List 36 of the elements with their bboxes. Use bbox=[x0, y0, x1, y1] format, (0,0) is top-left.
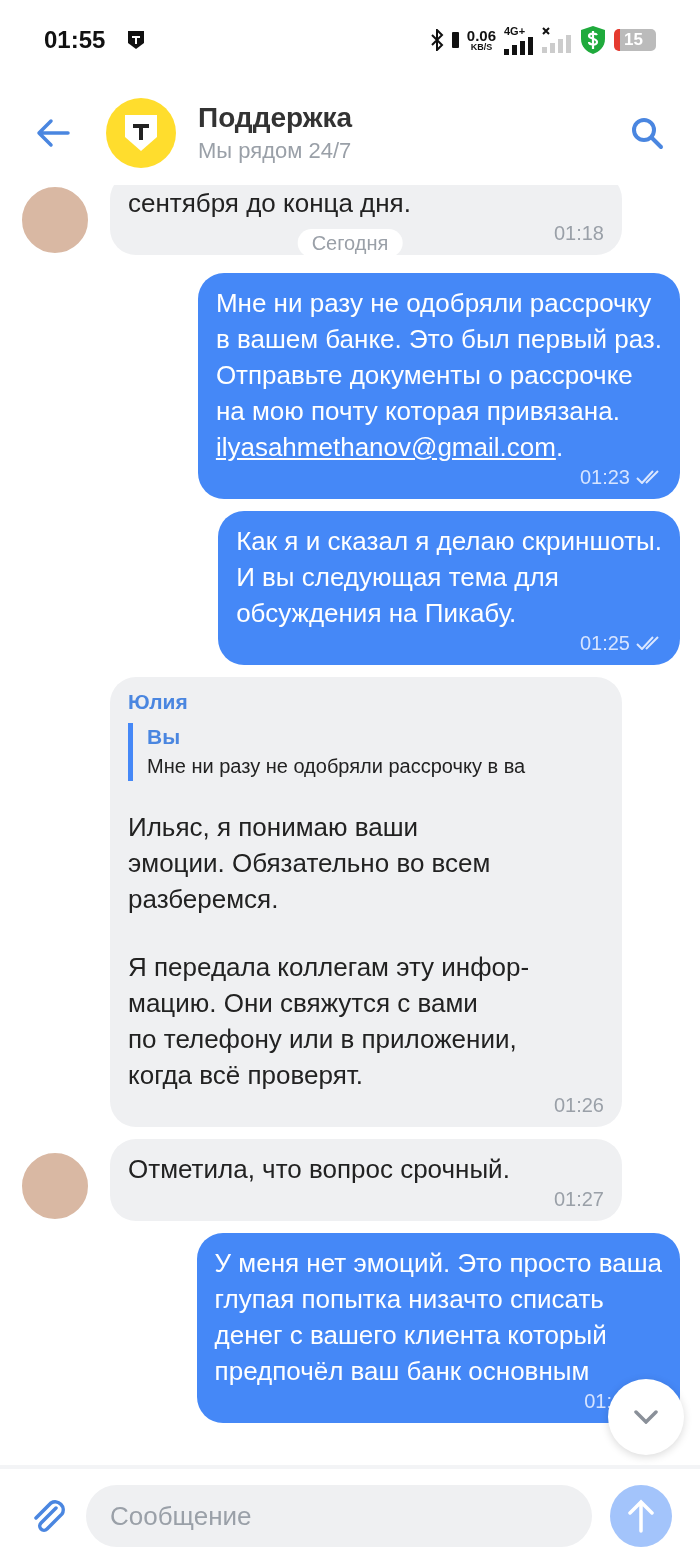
back-arrow-icon[interactable] bbox=[36, 117, 70, 148]
dollar-shield-icon bbox=[580, 25, 606, 55]
small-battery-icon bbox=[451, 32, 459, 48]
arrow-up-icon bbox=[628, 1499, 654, 1533]
bluetooth-icon bbox=[429, 29, 444, 51]
message-text: Отметила, что вопрос срочный. bbox=[128, 1153, 511, 1186]
signal-icon bbox=[504, 36, 534, 55]
message-input[interactable]: Сообщение bbox=[86, 1485, 592, 1547]
message-time: 01: bbox=[584, 1389, 612, 1413]
message-text: Мне ни разу не одобряли рассрочку в вашем банке. Это был первый раз. Отправьте документы о рассрочке на мою почту которая привязана. ilyasahmethanov@gmail.com. bbox=[215, 287, 662, 464]
battery-level: 15 bbox=[623, 29, 643, 52]
status-time: 01:55 bbox=[44, 25, 106, 55]
message-time: 01:26 bbox=[553, 1093, 604, 1117]
chat-subtitle: Мы рядом 24/7 bbox=[198, 136, 353, 165]
email-link[interactable]: ilyasahmethanov@gmail.com bbox=[215, 432, 556, 462]
speed-unit: KB/S bbox=[470, 43, 493, 52]
message-text: Я передала коллегам эту инфор- мацию. Они свяжутся с вами по телефону или в приложении, когда всё проверят. bbox=[128, 951, 531, 1092]
no-signal-icon bbox=[542, 27, 572, 53]
sender-name: Юлия bbox=[128, 689, 189, 715]
message-text: Как я и сказал я делаю скриншоты. И вы следующая тема для обсуждения на Пикабу. bbox=[236, 525, 662, 630]
message-time: 01:25 bbox=[579, 631, 630, 655]
chat-title: Поддержка bbox=[198, 100, 353, 135]
chevron-down-icon bbox=[634, 1410, 658, 1424]
message-text: У меня нет эмоций. Это просто ваша глупая попытка низачто списать денег с вашего клиента который предпочёл ваш банк основным bbox=[214, 1247, 662, 1388]
message-time: 01:27 bbox=[553, 1187, 604, 1211]
network-speed: 0.06 bbox=[466, 28, 496, 43]
message-time: 01:23 bbox=[579, 465, 630, 489]
message-time: 01:18 bbox=[553, 221, 604, 245]
reply-sender: Вы bbox=[147, 724, 182, 750]
search-icon[interactable] bbox=[630, 115, 664, 150]
message-text: сентября до конца дня. bbox=[128, 187, 412, 220]
reply-text: Мне ни разу не одобряли рассрочку в ва bbox=[147, 754, 527, 779]
date-chip: Сегодня bbox=[297, 229, 403, 257]
network-type: 4G+ bbox=[504, 25, 526, 37]
shield-icon bbox=[127, 30, 146, 50]
message-text: Ильяс, я понимаю ваши эмоции. Обязательно во всем разберемся. bbox=[128, 811, 492, 916]
